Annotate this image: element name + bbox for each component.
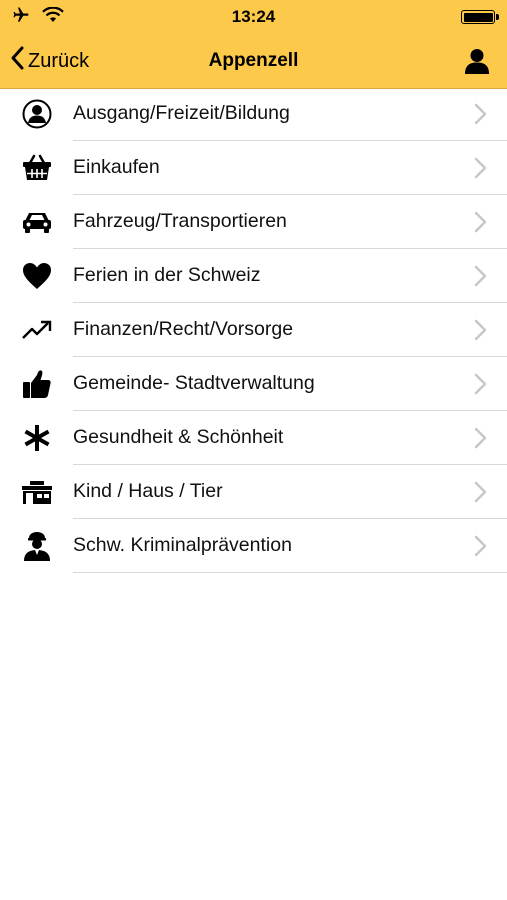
trend-up-icon xyxy=(20,314,54,346)
profile-button[interactable] xyxy=(465,48,489,79)
page-title: Appenzell xyxy=(208,50,299,71)
list-item-label: Einkaufen xyxy=(73,156,160,178)
nav-bar: Zurück Appenzell xyxy=(0,38,507,86)
chevron-right-icon xyxy=(474,319,487,346)
list-item-kind-haus-tier[interactable]: Kind / Haus / Tier xyxy=(0,465,507,519)
car-icon xyxy=(20,206,54,238)
shopping-basket-icon xyxy=(20,152,54,184)
list-item-ausgang[interactable]: Ausgang/Freizeit/Bildung xyxy=(0,87,507,141)
asterisk-icon xyxy=(20,422,54,454)
chevron-right-icon xyxy=(474,157,487,184)
person-circle-icon xyxy=(20,98,54,130)
list-item-fahrzeug[interactable]: Fahrzeug/Transportieren xyxy=(0,195,507,249)
list-item-label: Schw. Kriminalprävention xyxy=(73,534,292,556)
battery-icon xyxy=(461,10,499,24)
chevron-right-icon xyxy=(474,535,487,562)
chevron-right-icon xyxy=(474,103,487,130)
list-item-label: Gesundheit & Schönheit xyxy=(73,426,284,448)
status-bar: 13:24 xyxy=(0,0,507,34)
list-item-gemeinde[interactable]: Gemeinde- Stadtverwaltung xyxy=(0,357,507,411)
chevron-right-icon xyxy=(474,265,487,292)
list-item-label: Ferien in der Schweiz xyxy=(73,264,261,286)
list-item-label: Ausgang/Freizeit/Bildung xyxy=(73,102,290,124)
list-item-ferien[interactable]: Ferien in der Schweiz xyxy=(0,249,507,303)
chevron-right-icon xyxy=(474,481,487,508)
list-item-label: Fahrzeug/Transportieren xyxy=(73,210,287,232)
thumbs-up-icon xyxy=(20,368,54,400)
header: 13:24 Zurück Appenzell xyxy=(0,0,507,89)
list-item-label: Kind / Haus / Tier xyxy=(73,480,223,502)
row-separator xyxy=(73,572,507,573)
battery-level xyxy=(463,12,493,22)
heart-icon xyxy=(20,260,54,292)
list-item-label: Finanzen/Recht/Vorsorge xyxy=(73,318,294,340)
category-list: Ausgang/Freizeit/Bildung Einkaufen Fahrz… xyxy=(0,87,507,573)
status-time: 13:24 xyxy=(231,7,276,26)
list-item-kriminalpraevention[interactable]: Schw. Kriminalprävention xyxy=(0,519,507,573)
police-officer-icon xyxy=(20,530,54,562)
house-icon xyxy=(20,476,54,508)
chevron-right-icon xyxy=(474,427,487,454)
chevron-right-icon xyxy=(474,211,487,238)
list-item-einkaufen[interactable]: Einkaufen xyxy=(0,141,507,195)
list-item-finanzen[interactable]: Finanzen/Recht/Vorsorge xyxy=(0,303,507,357)
chevron-right-icon xyxy=(474,373,487,400)
list-item-label: Gemeinde- Stadtverwaltung xyxy=(73,372,315,394)
profile-icon xyxy=(465,49,489,78)
list-item-gesundheit[interactable]: Gesundheit & Schönheit xyxy=(0,411,507,465)
